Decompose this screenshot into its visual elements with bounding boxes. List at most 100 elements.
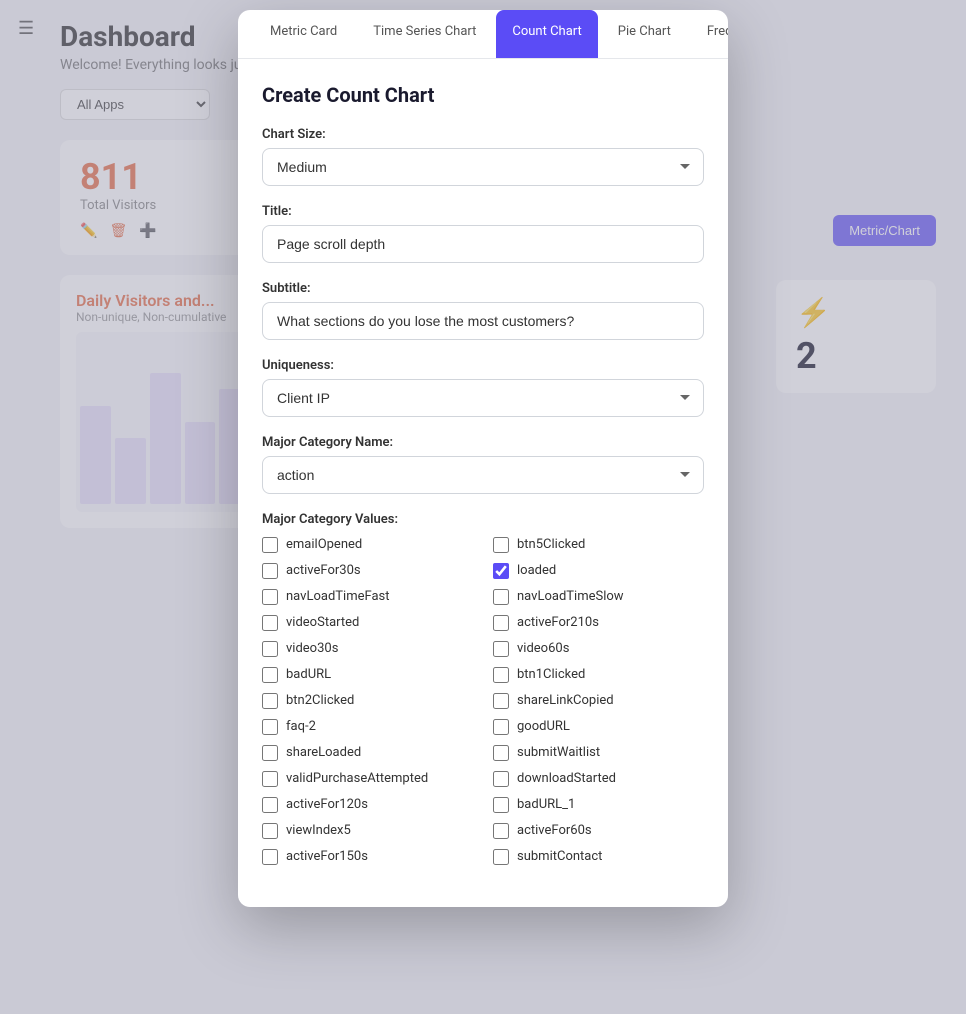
title-input[interactable]: [262, 225, 704, 263]
checkbox-activeFor120s[interactable]: [262, 797, 278, 813]
modal-tabs: Metric CardTime Series ChartCount ChartP…: [238, 10, 728, 59]
checkbox-label-shareLoaded: shareLoaded: [286, 745, 361, 760]
checkbox-item-videoStarted[interactable]: videoStarted: [262, 615, 473, 631]
checkbox-item-btn1Clicked[interactable]: btn1Clicked: [493, 667, 704, 683]
checkbox-submitWaitlist[interactable]: [493, 745, 509, 761]
checkbox-videoStarted[interactable]: [262, 615, 278, 631]
checkbox-validPurchaseAttempted[interactable]: [262, 771, 278, 787]
checkbox-item-btn2Clicked[interactable]: btn2Clicked: [262, 693, 473, 709]
checkbox-label-navLoadTimeSlow: navLoadTimeSlow: [517, 589, 624, 604]
checkbox-label-shareLinkCopied: shareLinkCopied: [517, 693, 614, 708]
checkbox-viewIndex5[interactable]: [262, 823, 278, 839]
major-category-name-select[interactable]: action category label: [262, 456, 704, 494]
checkbox-label-btn1Clicked: btn1Clicked: [517, 667, 585, 682]
subtitle-input[interactable]: [262, 302, 704, 340]
modal: Metric CardTime Series ChartCount ChartP…: [238, 10, 728, 907]
checkbox-submitContact[interactable]: [493, 849, 509, 865]
checkbox-item-loaded[interactable]: loaded: [493, 563, 704, 579]
title-group: Title:: [262, 204, 704, 263]
modal-overlay: Metric CardTime Series ChartCount ChartP…: [0, 0, 966, 1014]
checkbox-label-submitWaitlist: submitWaitlist: [517, 745, 600, 760]
checkbox-item-activeFor150s[interactable]: activeFor150s: [262, 849, 473, 865]
checkbox-label-activeFor150s: activeFor150s: [286, 849, 368, 864]
modal-heading: Create Count Chart: [262, 83, 704, 107]
checkbox-activeFor210s[interactable]: [493, 615, 509, 631]
checkbox-item-navLoadTimeSlow[interactable]: navLoadTimeSlow: [493, 589, 704, 605]
major-category-name-label: Major Category Name:: [262, 435, 704, 450]
checkbox-label-goodURL: goodURL: [517, 719, 570, 734]
checkbox-video30s[interactable]: [262, 641, 278, 657]
checkbox-item-activeFor60s[interactable]: activeFor60s: [493, 823, 704, 839]
checkbox-item-submitContact[interactable]: submitContact: [493, 849, 704, 865]
checkbox-label-loaded: loaded: [517, 563, 556, 578]
checkbox-item-activeFor210s[interactable]: activeFor210s: [493, 615, 704, 631]
checkbox-label-video60s: video60s: [517, 641, 569, 656]
checkbox-label-downloadStarted: downloadStarted: [517, 771, 616, 786]
uniqueness-select[interactable]: Client IP Session User: [262, 379, 704, 417]
checkbox-label-faq-2: faq-2: [286, 719, 316, 734]
tab-metric-card[interactable]: Metric Card: [254, 10, 353, 58]
checkbox-item-validPurchaseAttempted[interactable]: validPurchaseAttempted: [262, 771, 473, 787]
checkbox-navLoadTimeFast[interactable]: [262, 589, 278, 605]
checkbox-label-viewIndex5: viewIndex5: [286, 823, 351, 838]
subtitle-label: Subtitle:: [262, 281, 704, 296]
checkbox-item-badURL[interactable]: badURL: [262, 667, 473, 683]
checkbox-downloadStarted[interactable]: [493, 771, 509, 787]
checkbox-item-faq-2[interactable]: faq-2: [262, 719, 473, 735]
checkbox-loaded[interactable]: [493, 563, 509, 579]
checkbox-item-activeFor30s[interactable]: activeFor30s: [262, 563, 473, 579]
checkbox-label-activeFor30s: activeFor30s: [286, 563, 361, 578]
checkbox-item-video30s[interactable]: video30s: [262, 641, 473, 657]
checkbox-goodURL[interactable]: [493, 719, 509, 735]
major-category-name-group: Major Category Name: action category lab…: [262, 435, 704, 494]
checkbox-label-validPurchaseAttempted: validPurchaseAttempted: [286, 771, 428, 786]
uniqueness-group: Uniqueness: Client IP Session User: [262, 358, 704, 417]
checkbox-item-shareLinkCopied[interactable]: shareLinkCopied: [493, 693, 704, 709]
checkbox-btn2Clicked[interactable]: [262, 693, 278, 709]
checkbox-navLoadTimeSlow[interactable]: [493, 589, 509, 605]
checkbox-shareLoaded[interactable]: [262, 745, 278, 761]
checkbox-item-video60s[interactable]: video60s: [493, 641, 704, 657]
checkbox-btn1Clicked[interactable]: [493, 667, 509, 683]
checkbox-label-video30s: video30s: [286, 641, 338, 656]
checkbox-label-videoStarted: videoStarted: [286, 615, 359, 630]
subtitle-group: Subtitle:: [262, 281, 704, 340]
checkbox-shareLinkCopied[interactable]: [493, 693, 509, 709]
checkbox-item-shareLoaded[interactable]: shareLoaded: [262, 745, 473, 761]
checkbox-item-btn5Clicked[interactable]: btn5Clicked: [493, 537, 704, 553]
tab-frequency-chart[interactable]: Frequency Chart: [691, 10, 728, 58]
checkbox-activeFor30s[interactable]: [262, 563, 278, 579]
checkbox-label-activeFor210s: activeFor210s: [517, 615, 599, 630]
checkbox-faq-2[interactable]: [262, 719, 278, 735]
major-category-values-group: Major Category Values: emailOpenedbtn5Cl…: [262, 512, 704, 865]
uniqueness-label: Uniqueness:: [262, 358, 704, 373]
checkbox-item-viewIndex5[interactable]: viewIndex5: [262, 823, 473, 839]
checkbox-label-activeFor60s: activeFor60s: [517, 823, 592, 838]
chart-size-select[interactable]: Medium Small Large: [262, 148, 704, 186]
checkbox-activeFor60s[interactable]: [493, 823, 509, 839]
checkbox-video60s[interactable]: [493, 641, 509, 657]
checkbox-label-activeFor120s: activeFor120s: [286, 797, 368, 812]
tab-count-chart[interactable]: Count Chart: [496, 10, 597, 58]
checkbox-item-navLoadTimeFast[interactable]: navLoadTimeFast: [262, 589, 473, 605]
checkbox-badURL_1[interactable]: [493, 797, 509, 813]
checkbox-label-btn5Clicked: btn5Clicked: [517, 537, 585, 552]
checkbox-item-submitWaitlist[interactable]: submitWaitlist: [493, 745, 704, 761]
checkbox-item-emailOpened[interactable]: emailOpened: [262, 537, 473, 553]
checkbox-label-badURL: badURL: [286, 667, 331, 682]
checkbox-item-downloadStarted[interactable]: downloadStarted: [493, 771, 704, 787]
checkboxes-grid: emailOpened btn5Clicked activeFor30s loaded…: [262, 537, 704, 865]
checkbox-btn5Clicked[interactable]: [493, 537, 509, 553]
checkbox-item-activeFor120s[interactable]: activeFor120s: [262, 797, 473, 813]
checkbox-emailOpened[interactable]: [262, 537, 278, 553]
tab-pie-chart[interactable]: Pie Chart: [602, 10, 687, 58]
checkbox-badURL[interactable]: [262, 667, 278, 683]
checkbox-item-badURL_1[interactable]: badURL_1: [493, 797, 704, 813]
checkbox-activeFor150s[interactable]: [262, 849, 278, 865]
checkbox-label-emailOpened: emailOpened: [286, 537, 362, 552]
checkbox-label-btn2Clicked: btn2Clicked: [286, 693, 354, 708]
tab-time-series-chart[interactable]: Time Series Chart: [357, 10, 492, 58]
checkbox-item-goodURL[interactable]: goodURL: [493, 719, 704, 735]
title-label: Title:: [262, 204, 704, 219]
chart-size-label: Chart Size:: [262, 127, 704, 142]
